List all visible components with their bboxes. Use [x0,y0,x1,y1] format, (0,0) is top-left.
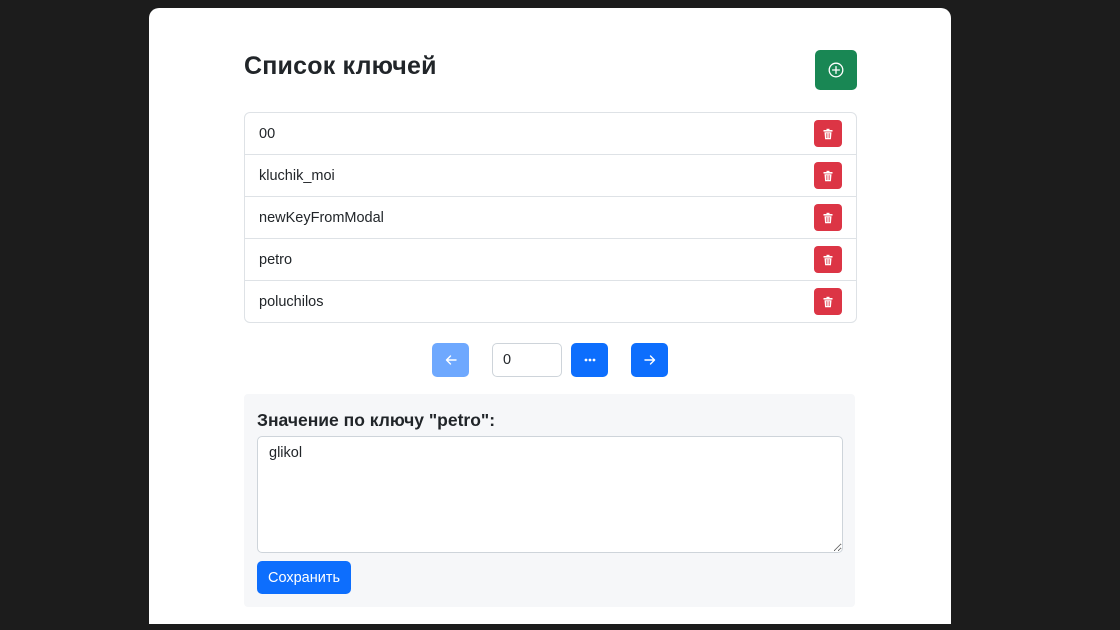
delete-key-button[interactable] [814,204,842,231]
value-textarea[interactable]: glikol [257,436,843,553]
list-item[interactable]: 00 [245,113,856,155]
trash-icon [822,254,834,266]
value-heading: Значение по ключу "petro": [257,410,496,430]
page-number-input[interactable] [492,343,562,377]
key-label: kluchik_moi [259,167,335,184]
delete-key-button[interactable] [814,120,842,147]
page-title: Список ключей [244,52,437,80]
list-item[interactable]: kluchik_moi [245,155,856,197]
key-label: poluchilos [259,293,324,310]
add-key-button[interactable] [815,50,857,90]
key-label: petro [259,251,293,268]
delete-key-button[interactable] [814,288,842,315]
list-item[interactable]: poluchilos [245,281,856,322]
trash-icon [822,296,834,308]
pagination [244,343,857,377]
value-panel: Значение по ключу "petro": glikol Сохран… [244,394,855,607]
trash-icon [822,212,834,224]
more-pages-button[interactable] [571,343,608,377]
plus-circle-icon [828,62,844,78]
prev-page-button[interactable] [432,343,469,377]
ellipsis-icon [583,353,597,367]
list-item[interactable]: petro [245,239,856,281]
trash-icon [822,128,834,140]
arrow-right-icon [643,353,657,367]
list-item[interactable]: newKeyFromModal [245,197,856,239]
keys-list: 00 kluchik_moi newKeyFromModal petro pol… [244,112,857,323]
trash-icon [822,170,834,182]
key-label: newKeyFromModal [259,209,384,226]
arrow-left-icon [444,353,458,367]
delete-key-button[interactable] [814,162,842,189]
main-card: Список ключей 00 kluchik_moi newKeyFromM… [149,8,951,624]
next-page-button[interactable] [631,343,668,377]
save-button[interactable]: Сохранить [257,561,352,594]
delete-key-button[interactable] [814,246,842,273]
key-label: 00 [259,125,276,142]
